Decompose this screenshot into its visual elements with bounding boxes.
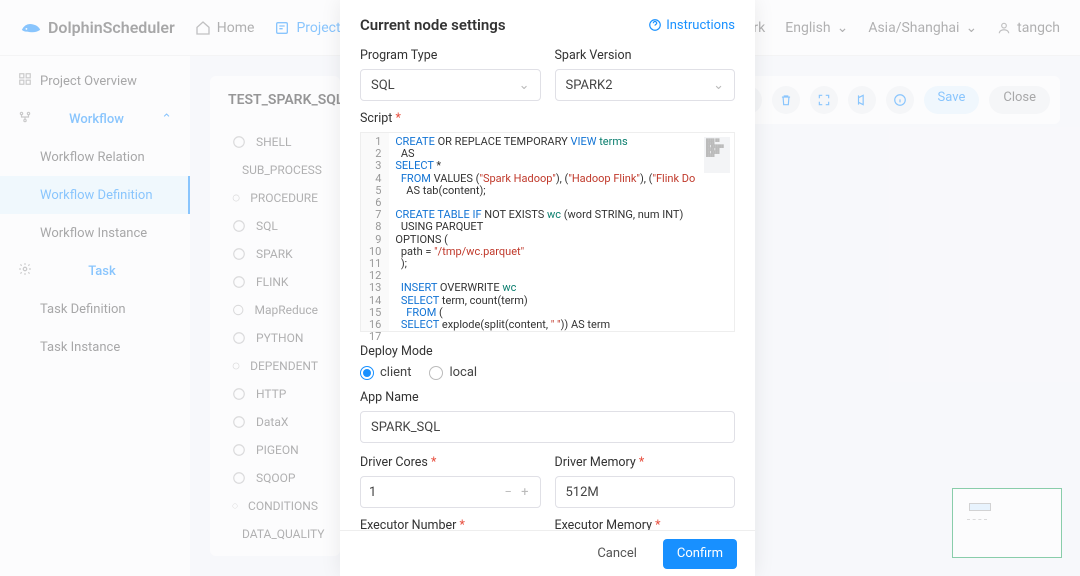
app-name-label: App Name <box>360 390 735 405</box>
radio-label: local <box>449 365 477 380</box>
editor-minimap: ████ ██ ██████ ██████████ ████ ████████ <box>704 137 730 173</box>
instructions-link[interactable]: Instructions <box>648 18 735 33</box>
editor-gutter: 1 2 3 4 5 6 7 8 9 10 11 12 13 14 15 16 1… <box>361 133 389 331</box>
program-type-value: SQL <box>371 78 395 93</box>
help-icon <box>648 18 662 32</box>
deploy-mode-label: Deploy Mode <box>360 344 735 359</box>
driver-memory-label: Driver Memory <box>555 455 736 470</box>
spark-version-value: SPARK2 <box>566 78 613 93</box>
driver-cores-stepper[interactable]: 1 − + <box>360 476 541 508</box>
driver-cores-label: Driver Cores <box>360 455 541 470</box>
node-settings-drawer: Current node settings Instructions Progr… <box>340 0 755 576</box>
radio-dot <box>360 366 374 380</box>
editor-code[interactable]: CREATE OR REPLACE TEMPORARY VIEW terms A… <box>389 133 734 331</box>
script-label: Script <box>360 111 735 126</box>
script-editor[interactable]: 1 2 3 4 5 6 7 8 9 10 11 12 13 14 15 16 1… <box>360 132 735 332</box>
program-type-label: Program Type <box>360 48 541 63</box>
cancel-button[interactable]: Cancel <box>583 539 651 569</box>
confirm-button[interactable]: Confirm <box>663 539 737 569</box>
instructions-label: Instructions <box>666 18 735 33</box>
radio-dot <box>429 366 443 380</box>
chevron-down-icon: ⌄ <box>519 78 530 93</box>
executor-number-label: Executor Number <box>360 518 541 530</box>
spark-version-label: Spark Version <box>555 48 736 63</box>
chevron-down-icon: ⌄ <box>713 78 724 93</box>
deploy-mode-radio-group: client local <box>360 365 735 380</box>
stepper-controls[interactable]: − + <box>504 485 531 500</box>
deploy-mode-local[interactable]: local <box>429 365 477 380</box>
radio-label: client <box>380 365 411 380</box>
drawer-title: Current node settings <box>360 16 506 34</box>
app-name-input[interactable] <box>360 411 735 443</box>
spark-version-select[interactable]: SPARK2 ⌄ <box>555 69 736 101</box>
executor-memory-label: Executor Memory <box>555 518 736 530</box>
deploy-mode-client[interactable]: client <box>360 365 411 380</box>
driver-cores-value: 1 <box>369 485 376 500</box>
modal-overlay: Current node settings Instructions Progr… <box>0 0 1080 576</box>
driver-memory-input[interactable] <box>555 476 736 508</box>
program-type-select[interactable]: SQL ⌄ <box>360 69 541 101</box>
